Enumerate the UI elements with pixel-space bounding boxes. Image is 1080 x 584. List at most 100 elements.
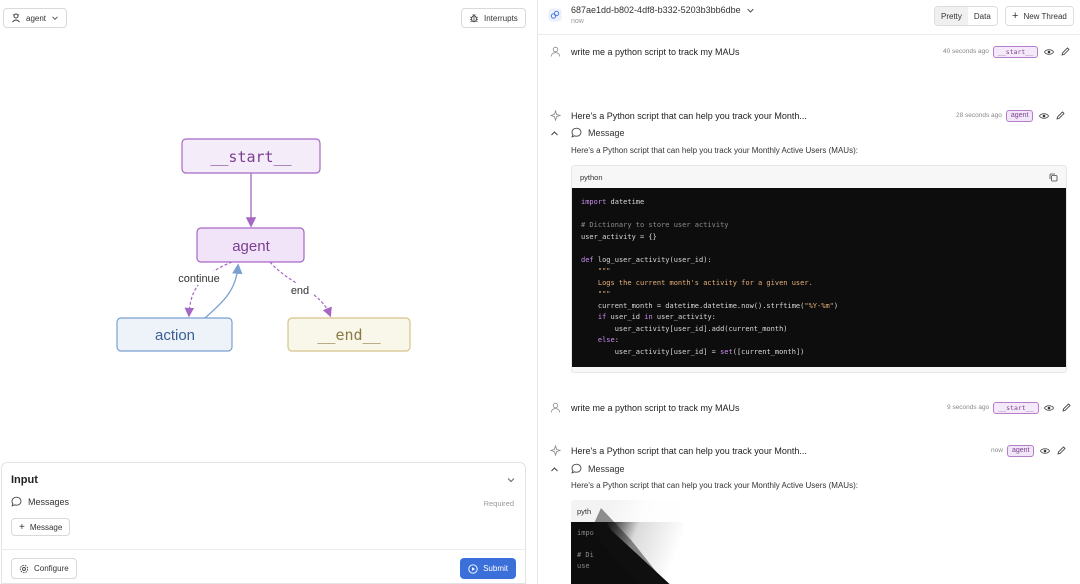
thread-icon: [548, 8, 562, 22]
edge-agent-action: [184, 261, 233, 318]
eye-icon[interactable]: [1042, 45, 1055, 58]
turn-2-time: 28 seconds ago: [956, 112, 1002, 119]
new-thread-label: New Thread: [1023, 11, 1067, 21]
message-bubble-icon: [11, 496, 22, 507]
turn-1-meta: 40 seconds ago __start__: [943, 45, 1072, 58]
message-body: Here's a Python script that can help you…: [571, 146, 858, 155]
eye-icon[interactable]: [1038, 444, 1051, 457]
input-divider: [2, 549, 525, 550]
turn-4-time: now: [991, 447, 1003, 454]
node-badge[interactable]: __start__: [992, 45, 1039, 58]
submit-label: Submit: [483, 564, 508, 573]
code-line: def log_user_activity(user_id):: [581, 255, 712, 264]
chevron-down-icon: [746, 8, 754, 13]
pencil-icon[interactable]: [1060, 401, 1073, 414]
code-line: Logs the current month's activity for a …: [581, 278, 813, 287]
node-agent-label: agent: [232, 238, 270, 255]
eye-icon[interactable]: [1037, 109, 1050, 122]
message-bubble-icon: [571, 463, 582, 474]
user-icon: [550, 402, 561, 413]
node-action[interactable]: action: [116, 317, 233, 352]
edge-label-end: end: [291, 285, 309, 297]
turn-1-text: write me a python script to track my MAU…: [571, 47, 740, 57]
code-language: python: [580, 172, 603, 182]
node-badge[interactable]: agent: [1006, 444, 1035, 457]
code-line: # Dictionary to store user activity: [581, 221, 729, 229]
sparkle-icon: [550, 445, 561, 456]
code-content: import datetime # Dictionary to store us…: [572, 188, 1066, 367]
node-end-label: __end__: [317, 326, 381, 344]
turn-2-meta: 28 seconds ago agent: [956, 109, 1067, 122]
code-line: user_activity = {}: [581, 232, 657, 241]
code-line: if user_id in user_activity:: [597, 313, 716, 321]
chevron-up-icon[interactable]: [550, 129, 559, 138]
code-header: python: [572, 166, 1066, 188]
node-agent[interactable]: agent: [196, 227, 305, 263]
configure-button[interactable]: Configure: [11, 558, 77, 579]
turn-4-text: Here's a Python script that can help you…: [571, 446, 807, 456]
thread-id-selector[interactable]: 687ae1dd-b802-4df8-b332-5203b3bb6dbe: [571, 5, 755, 15]
turn-1-time: 40 seconds ago: [943, 48, 989, 55]
node-start[interactable]: __start__: [181, 138, 321, 174]
pencil-icon[interactable]: [1055, 444, 1068, 457]
thread-header: 687ae1dd-b802-4df8-b332-5203b3bb6dbe now…: [538, 0, 1080, 35]
graph-pane: agent Interrupts __start__ agent action …: [0, 0, 537, 584]
edge-label-continue: continue: [178, 273, 220, 285]
turn-3-meta: 9 seconds ago __start__: [947, 401, 1073, 414]
gear-icon: [19, 564, 29, 573]
thread-pane: 687ae1dd-b802-4df8-b332-5203b3bb6dbe now…: [538, 0, 1080, 584]
code-line: user_activity[user_id] = set([current_mo…: [581, 347, 805, 356]
messages-label: Messages: [28, 496, 70, 507]
new-thread-button[interactable]: + New Thread: [1005, 6, 1074, 26]
langgraph-studio: agent Interrupts __start__ agent action …: [0, 0, 1080, 584]
pencil-icon[interactable]: [1054, 109, 1067, 122]
message-label: Message: [588, 127, 625, 138]
configure-label: Configure: [34, 564, 69, 573]
node-start-label: __start__: [210, 148, 292, 166]
view-toggle: Pretty Data: [934, 6, 998, 26]
code-block: python import datetime # Dictionary to s…: [571, 165, 1067, 373]
code-line: current_month = datetime.datetime.now().…: [581, 301, 839, 310]
message-body: Here's a Python script that can help you…: [571, 481, 858, 490]
plus-icon: +: [1012, 10, 1019, 22]
turn-4-meta: now agent: [991, 444, 1068, 457]
turn-3-text: write me a python script to track my MAU…: [571, 403, 740, 413]
tab-pretty[interactable]: Pretty: [935, 7, 968, 25]
chevron-down-icon[interactable]: [506, 475, 516, 485]
code-line: user_activity[user_id].add(current_month…: [581, 324, 788, 333]
code-line: """: [581, 267, 611, 275]
code-line: else:: [597, 336, 619, 344]
node-end[interactable]: __end__: [287, 317, 411, 352]
chevron-up-icon[interactable]: [550, 465, 559, 474]
pencil-icon[interactable]: [1059, 45, 1072, 58]
submit-button[interactable]: Submit: [460, 558, 516, 579]
input-panel: Input Messages Required + Message Config…: [1, 462, 526, 584]
messages-field-label: Messages: [11, 496, 69, 507]
code-line: import datetime: [581, 198, 645, 206]
graph-canvas: __start__ agent action __end__ continue …: [116, 138, 411, 352]
message-label: Message: [588, 463, 625, 474]
user-icon: [550, 46, 561, 57]
copy-icon[interactable]: [1049, 173, 1058, 182]
message-bubble-icon: [571, 127, 582, 138]
tab-data[interactable]: Data: [968, 7, 997, 25]
code-block-streaming: pyth impo # Di use: [571, 500, 683, 584]
add-message-label: Message: [29, 522, 63, 532]
node-action-label: action: [155, 327, 195, 344]
required-label: Required: [483, 499, 514, 508]
add-message-button[interactable]: + Message: [11, 518, 71, 536]
message-header: Message: [571, 463, 625, 474]
thread-id: 687ae1dd-b802-4df8-b332-5203b3bb6dbe: [571, 5, 741, 15]
plus-icon: +: [19, 521, 25, 533]
message-header: Message: [571, 127, 625, 138]
streaming-overlay: [591, 500, 683, 584]
node-badge[interactable]: agent: [1005, 109, 1034, 122]
node-badge[interactable]: __start__: [993, 401, 1039, 414]
code-line: """: [581, 290, 611, 298]
play-circle-icon: [468, 563, 478, 574]
input-title: Input: [11, 474, 38, 486]
eye-icon[interactable]: [1043, 401, 1056, 414]
turn-2-text: Here's a Python script that can help you…: [571, 111, 807, 121]
